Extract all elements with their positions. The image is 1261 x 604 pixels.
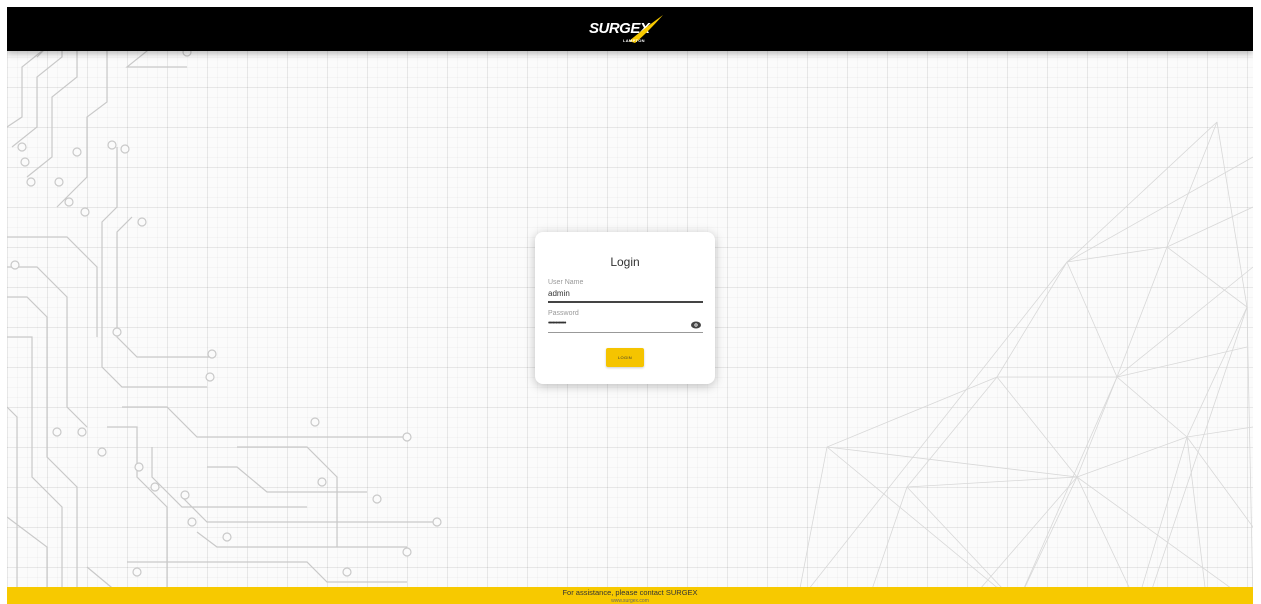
username-label: User Name [548, 279, 584, 286]
eye-icon[interactable] [690, 320, 702, 330]
page-frame: SURGEX LAMPTON Login User Name admin Pas… [7, 7, 1253, 604]
username-field[interactable]: admin [548, 289, 570, 298]
login-card: Login User Name admin Password •••••••••… [535, 232, 715, 384]
top-bar: SURGEX LAMPTON [7, 7, 1253, 51]
footer-bar: For assistance, please contact SURGEX ww… [7, 587, 1253, 604]
footer-assistance-text: For assistance, please contact SURGEX [562, 588, 698, 597]
footer-contact-link[interactable]: www.surgex.com [7, 598, 1253, 604]
login-title: Login [610, 255, 640, 269]
logo-subtitle: LAMPTON [623, 38, 645, 43]
password-label: Password [548, 310, 579, 317]
password-field[interactable]: •••••••••••• [548, 320, 566, 327]
username-underline [548, 301, 703, 303]
password-underline [548, 332, 703, 333]
login-button[interactable]: LOGIN [606, 348, 644, 367]
surgex-logo: SURGEX LAMPTON [589, 13, 679, 47]
